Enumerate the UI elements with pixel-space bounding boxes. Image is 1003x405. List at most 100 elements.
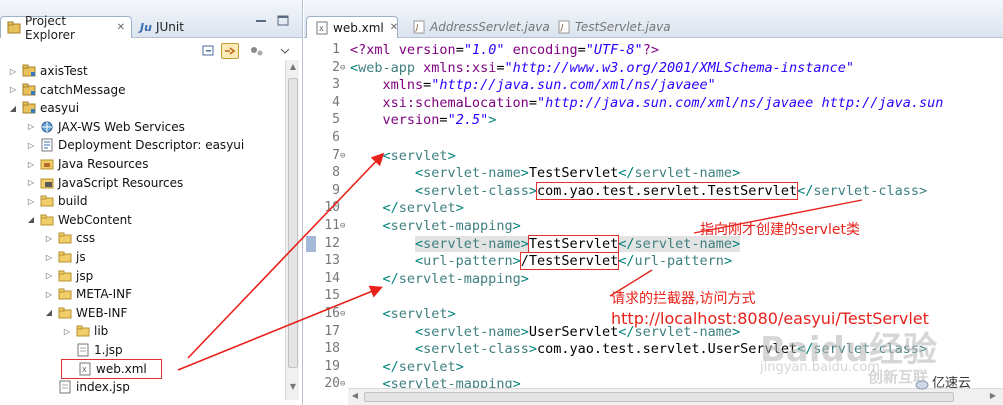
tree-item-css[interactable]: ▷ css bbox=[44, 229, 95, 247]
code-line[interactable]: 5 version="2.5"> bbox=[304, 111, 1003, 129]
tree-item-js[interactable]: ▷ js bbox=[44, 248, 86, 266]
tree-item-jsp[interactable]: ▷ jsp bbox=[44, 267, 93, 285]
tree-item-web-xml[interactable]: Xweb.xml bbox=[61, 358, 162, 379]
collapsed-twisty-icon[interactable]: ▷ bbox=[26, 160, 36, 169]
fold-toggle-icon[interactable]: ⊖ bbox=[340, 375, 348, 390]
filters-icon[interactable] bbox=[248, 43, 266, 59]
tab-addressservlet-java[interactable]: J AddressServlet.java bbox=[404, 16, 558, 38]
maximize-icon[interactable] bbox=[276, 15, 290, 27]
code-line[interactable]: 3 xmlns="http://java.sun.com/xml/ns/java… bbox=[304, 76, 1003, 94]
tree-item-web-inf[interactable]: ◢ WEB-INF bbox=[44, 304, 128, 322]
code-line[interactable]: 7 ⊖ <servlet> bbox=[304, 147, 1003, 165]
scroll-down-icon[interactable]: ▼ bbox=[286, 382, 300, 394]
highlighted-code-token: com.yao.test.servlet.TestServlet bbox=[535, 181, 799, 200]
scroll-right-icon[interactable]: ▶ bbox=[986, 391, 1000, 403]
minimize-icon[interactable] bbox=[254, 15, 268, 27]
code-line[interactable]: 14 </servlet-mapping> bbox=[304, 270, 1003, 288]
code-line[interactable]: 9 <servlet-class>com.yao.test.servlet.Te… bbox=[304, 181, 1003, 200]
link-with-editor-icon[interactable] bbox=[221, 43, 239, 59]
fold-toggle-icon[interactable]: ⊖ bbox=[340, 59, 348, 77]
collapsed-twisty-icon[interactable]: ▷ bbox=[62, 327, 72, 336]
scroll-up-icon[interactable]: ▲ bbox=[286, 62, 300, 74]
collapsed-twisty-icon[interactable]: ▷ bbox=[26, 197, 36, 206]
folder-icon bbox=[58, 287, 72, 301]
tree-item-lib[interactable]: ▷ lib bbox=[62, 322, 108, 340]
collapsed-twisty-icon[interactable]: ▷ bbox=[44, 234, 54, 243]
tree-item-label: easyui bbox=[40, 101, 80, 116]
code-token: servlet-name bbox=[423, 323, 521, 340]
tree-item-index-jsp[interactable]: index.jsp bbox=[44, 378, 130, 396]
tab-junit[interactable]: Ju JUnit bbox=[134, 16, 194, 38]
tree-item-catchmessage[interactable]: ▷ catchMessage bbox=[8, 81, 126, 99]
explorer-scrollbar[interactable]: ▲ ▼ bbox=[285, 60, 299, 400]
folder-icon bbox=[58, 306, 72, 320]
tree-item-jax-ws-web-services[interactable]: ▷ JAX-WS Web Services bbox=[26, 118, 185, 136]
tree-item-label: catchMessage bbox=[40, 82, 126, 97]
code-text: <url-pattern>/TestServlet</url-pattern> bbox=[350, 252, 732, 271]
code-line[interactable]: 8 <servlet-name>TestServlet</servlet-nam… bbox=[304, 164, 1003, 182]
code-line[interactable]: 4 xsi:schemaLocation="http://java.sun.co… bbox=[304, 94, 1003, 112]
code-token: url-pattern bbox=[423, 253, 513, 270]
tree-item-build[interactable]: ▷ build bbox=[26, 192, 88, 210]
code-line[interactable]: 1 <?xml version="1.0" encoding="UTF-8"?> bbox=[304, 41, 1003, 59]
expanded-twisty-icon[interactable]: ◢ bbox=[8, 104, 18, 113]
collapsed-twisty-icon[interactable]: ▷ bbox=[44, 290, 54, 299]
tree-item-java-resources[interactable]: ▷ Java Resources bbox=[26, 155, 149, 173]
collapse-all-icon[interactable] bbox=[200, 43, 218, 59]
code-token: > bbox=[455, 358, 464, 375]
expanded-twisty-icon[interactable]: ◢ bbox=[44, 308, 54, 317]
tree-item-javascript-resources[interactable]: ▷ JavaScript Resources bbox=[26, 174, 183, 192]
code-token: url-pattern bbox=[634, 253, 724, 270]
collapsed-twisty-icon[interactable]: ▷ bbox=[8, 85, 18, 94]
line-number: 3 bbox=[332, 77, 340, 93]
scroll-left-icon[interactable]: ◀ bbox=[348, 391, 362, 403]
expanded-twisty-icon[interactable]: ◢ bbox=[26, 215, 36, 224]
tree-item-deployment-descriptor-easyui[interactable]: ▷ Deployment Descriptor: easyui bbox=[26, 136, 244, 154]
tab-project-explorer[interactable]: Project Explorer ✕ bbox=[0, 14, 132, 42]
line-number: 7 bbox=[332, 147, 340, 163]
code-line[interactable]: 13 <url-pattern>/TestServlet</url-patter… bbox=[304, 252, 1003, 271]
collapsed-twisty-icon[interactable]: ▷ bbox=[44, 253, 54, 262]
tree-item-1-jsp[interactable]: 1.jsp bbox=[62, 341, 123, 359]
code-line[interactable]: 12 <servlet-name>TestServlet</servlet-na… bbox=[304, 234, 1003, 253]
tab-testservlet-java[interactable]: J TestServlet.java bbox=[549, 16, 679, 38]
code-token: servlet bbox=[390, 306, 448, 322]
code-token: ?> bbox=[642, 42, 659, 58]
code-token: web-app bbox=[358, 59, 424, 76]
fold-toggle-icon[interactable]: ⊖ bbox=[340, 147, 348, 165]
editor-horizontal-scrollbar[interactable]: ◀ ▶ bbox=[348, 388, 1003, 405]
code-token: > bbox=[488, 112, 497, 129]
collapsed-twisty-icon[interactable]: ▷ bbox=[8, 67, 18, 76]
tab-web-xml[interactable]: X web.xml ✕ bbox=[306, 16, 398, 38]
collapsed-twisty-icon[interactable]: ▷ bbox=[26, 122, 36, 131]
folder-icon bbox=[40, 213, 54, 227]
scroll-thumb[interactable] bbox=[288, 78, 298, 368]
view-menu-icon[interactable] bbox=[276, 43, 294, 59]
tree-item-meta-inf[interactable]: ▷ META-INF bbox=[44, 285, 132, 303]
tree-item-webcontent[interactable]: ◢ WebContent bbox=[26, 211, 132, 229]
editor-tab-bar: X web.xml ✕ J AddressServlet.java J Test… bbox=[304, 0, 1003, 38]
code-line[interactable]: 6 bbox=[304, 129, 1003, 147]
fold-toggle-icon[interactable]: ⊖ bbox=[340, 305, 348, 323]
tree-item-axistest[interactable]: ▷ axisTest bbox=[8, 62, 88, 80]
code-line[interactable]: 2 ⊖ <web-app xmlns:xsi="http://www.w3.org/… bbox=[304, 59, 1003, 77]
code-text: version="2.5"> bbox=[350, 111, 497, 129]
code-token: TestServlet bbox=[528, 165, 619, 182]
code-token: > bbox=[512, 253, 521, 270]
fold-toggle-icon[interactable]: ⊖ bbox=[340, 217, 348, 235]
code-line[interactable]: 10 </servlet> bbox=[304, 199, 1003, 217]
code-text: <servlet-name>TestServlet</servlet-name> bbox=[350, 164, 740, 182]
scroll-thumb[interactable] bbox=[364, 392, 954, 402]
close-icon[interactable]: ✕ bbox=[117, 22, 125, 33]
tree-item-easyui[interactable]: ◢ easyui bbox=[8, 99, 79, 117]
collapsed-twisty-icon[interactable]: ▷ bbox=[26, 178, 36, 187]
descriptor-icon bbox=[40, 138, 54, 152]
collapsed-twisty-icon[interactable]: ▷ bbox=[26, 141, 36, 150]
close-icon[interactable]: ✕ bbox=[390, 22, 398, 33]
collapsed-twisty-icon[interactable]: ▷ bbox=[44, 271, 54, 280]
code-token: </ bbox=[382, 200, 399, 217]
code-line[interactable]: 11 ⊖ <servlet-mapping> bbox=[304, 217, 1003, 235]
